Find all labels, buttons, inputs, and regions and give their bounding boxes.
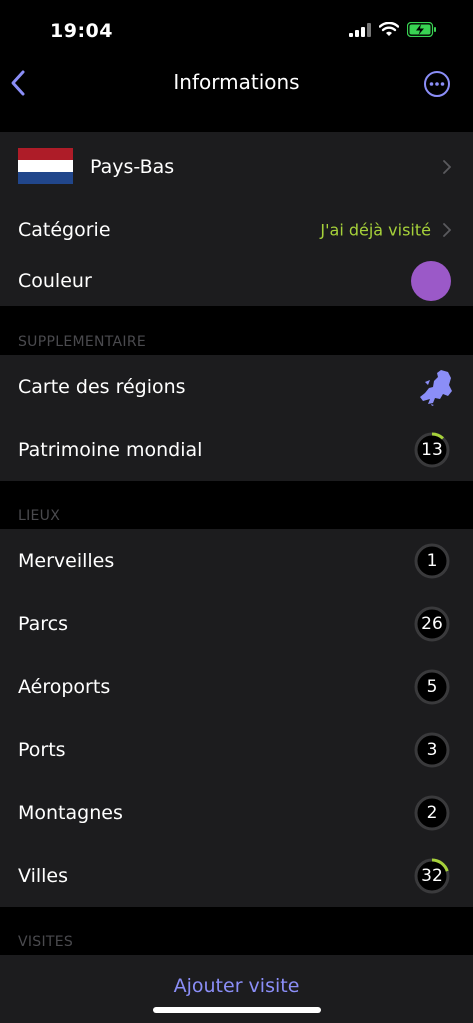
world-heritage-row[interactable]: Patrimoine mondial 13 xyxy=(0,419,473,481)
place-category-label: Ports xyxy=(18,738,66,761)
country-map-icon xyxy=(420,370,452,406)
progress-ring: 1 xyxy=(413,542,451,580)
battery-charging-icon xyxy=(407,22,436,37)
list-item[interactable]: Ports 3 xyxy=(0,718,473,781)
chevron-right-icon xyxy=(443,223,451,237)
signal-icon xyxy=(349,22,371,37)
status-time: 19:04 xyxy=(50,20,113,42)
wifi-icon xyxy=(379,22,399,36)
color-row[interactable]: Couleur xyxy=(0,256,473,306)
section-header-supplementaire: SUPPLEMENTAIRE xyxy=(18,334,147,350)
category-value: J'ai déjà visité xyxy=(320,220,431,240)
supplementaire-group: Carte des régions Patrimoine mondial 13 xyxy=(0,355,473,481)
place-category-label: Merveilles xyxy=(18,549,115,572)
country-row[interactable]: Pays-Bas xyxy=(0,132,473,202)
progress-ring: 2 xyxy=(413,794,451,832)
place-count: 1 xyxy=(426,550,438,571)
country-info-group: Pays-Bas Catégorie J'ai déjà visité Coul… xyxy=(0,132,473,306)
color-label: Couleur xyxy=(18,270,92,292)
place-count: 2 xyxy=(426,802,438,823)
progress-ring: 32 xyxy=(413,857,451,895)
lieux-group: Merveilles 1 Parcs 26 Aéroports 5 Ports … xyxy=(0,529,473,907)
place-count: 26 xyxy=(421,613,443,634)
place-category-label: Montagnes xyxy=(18,801,123,824)
progress-ring: 3 xyxy=(413,731,451,769)
place-category-label: Villes xyxy=(18,864,69,887)
add-visit-button[interactable]: Ajouter visite xyxy=(0,975,473,997)
color-swatch[interactable] xyxy=(411,261,451,301)
progress-ring: 26 xyxy=(413,605,451,643)
place-count: 32 xyxy=(421,865,443,886)
place-category-label: Aéroports xyxy=(18,675,111,698)
place-count: 5 xyxy=(426,676,438,697)
list-item[interactable]: Merveilles 1 xyxy=(0,529,473,592)
status-bar: 19:04 xyxy=(0,0,473,64)
world-heritage-count: 13 xyxy=(421,440,443,460)
progress-ring: 13 xyxy=(413,431,451,469)
section-header-lieux: LIEUX xyxy=(18,508,61,524)
place-count: 3 xyxy=(426,739,438,760)
chevron-right-icon xyxy=(443,160,451,174)
regions-map-label: Carte des régions xyxy=(18,376,186,398)
list-item[interactable]: Villes 32 xyxy=(0,844,473,907)
progress-ring: 5 xyxy=(413,668,451,706)
status-icons xyxy=(349,22,437,37)
list-item[interactable]: Montagnes 2 xyxy=(0,781,473,844)
page-title: Informations xyxy=(173,70,300,94)
list-item[interactable]: Parcs 26 xyxy=(0,592,473,655)
country-name: Pays-Bas xyxy=(90,156,175,178)
world-heritage-label: Patrimoine mondial xyxy=(18,439,203,461)
home-indicator xyxy=(153,1007,321,1013)
category-label: Catégorie xyxy=(18,219,111,241)
more-options-icon[interactable] xyxy=(423,70,451,98)
navigation-bar: Informations xyxy=(0,64,473,104)
place-category-label: Parcs xyxy=(18,612,68,635)
netherlands-flag-icon xyxy=(18,148,73,184)
category-row[interactable]: Catégorie J'ai déjà visité xyxy=(0,202,473,258)
regions-map-row[interactable]: Carte des régions xyxy=(0,355,473,419)
section-header-visites: VISITES xyxy=(18,934,74,950)
list-item[interactable]: Aéroports 5 xyxy=(0,655,473,718)
